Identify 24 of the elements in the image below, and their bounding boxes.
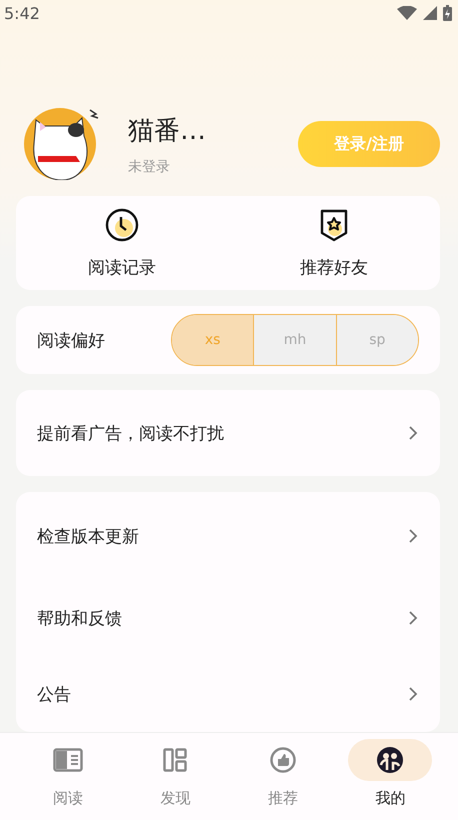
chevron-right-icon xyxy=(408,686,418,702)
ad-row[interactable]: 提前看广告，阅读不打扰 xyxy=(16,390,440,476)
book-icon xyxy=(52,748,83,772)
thumbs-up-icon xyxy=(270,747,296,773)
signal-icon xyxy=(423,6,437,20)
status-time: 5:42 xyxy=(4,4,40,22)
menu-row[interactable]: 公告 xyxy=(16,656,440,732)
layout-icon xyxy=(163,748,188,772)
people-icon xyxy=(376,746,404,774)
star-badge-icon xyxy=(319,208,349,242)
battery-icon xyxy=(443,5,452,21)
shortcut-button[interactable]: 推荐好友 xyxy=(228,196,440,290)
chevron-right-icon xyxy=(408,425,418,441)
nav-tab[interactable]: 我的 xyxy=(336,733,444,816)
shortcut-button[interactable]: 阅读记录 xyxy=(16,196,228,290)
chevron-right-icon xyxy=(408,528,418,544)
menu-row[interactable]: 帮助和反馈 xyxy=(16,580,440,656)
wifi-icon xyxy=(397,6,417,20)
login-status: 未登录 xyxy=(128,158,171,176)
clock-icon xyxy=(105,208,139,242)
preference-label: 阅读偏好 xyxy=(37,330,105,352)
menu-row[interactable]: 检查版本更新 xyxy=(16,492,440,580)
chevron-right-icon xyxy=(408,610,418,626)
user-name: 猫番… xyxy=(128,114,207,148)
